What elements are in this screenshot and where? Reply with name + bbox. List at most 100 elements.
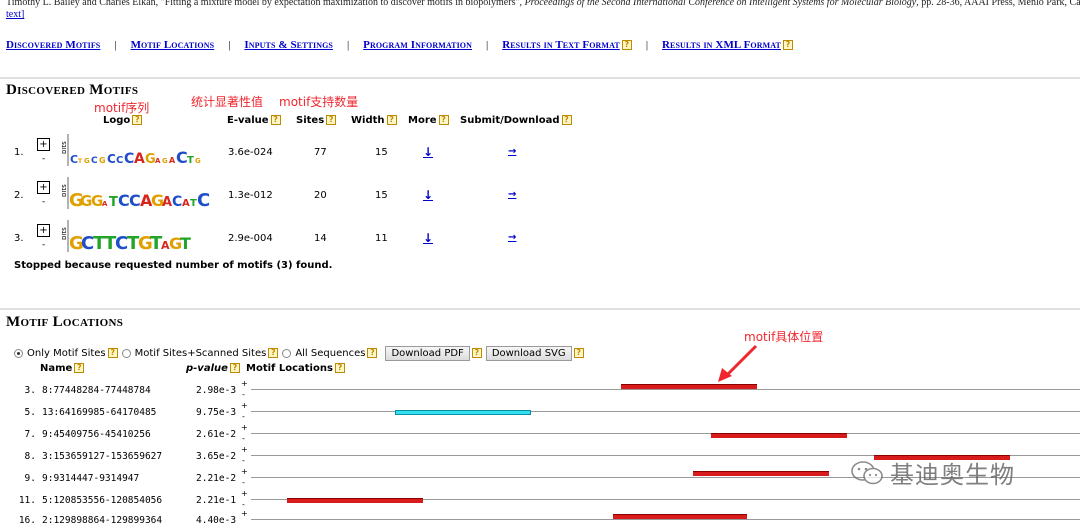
collapse-button[interactable]: - — [42, 197, 45, 207]
nav-separator: | — [114, 39, 117, 51]
sequence-name: 5:120853556-120854056 — [42, 495, 163, 506]
motif-evalue: 1.3e-012 — [228, 190, 273, 201]
annotation-logo: motif序列 — [94, 101, 150, 115]
table-row: 11. 5:120853556-120854056 2.21e-1 + - — [0, 489, 1080, 513]
section-nav: Discovered Motifs | Motif Locations | In… — [6, 38, 793, 52]
header-pvalue: p-value? — [186, 363, 240, 374]
svg-text:C: C — [118, 191, 130, 210]
help-icon[interactable]: ? — [621, 40, 632, 50]
sequence-name: 9:9314447-9314947 — [42, 473, 140, 484]
help-icon[interactable]: ? — [561, 115, 572, 125]
submit-download-link[interactable]: → — [508, 146, 516, 157]
svg-text:C: C — [172, 194, 182, 210]
help-icon[interactable]: ? — [573, 348, 584, 358]
motif-number: 1. — [14, 147, 24, 158]
location-controls: Only Motif Sites? Motif Sites+Scanned Si… — [14, 345, 584, 361]
help-icon[interactable]: ? — [270, 115, 281, 125]
motif-evalue: 2.9e-004 — [228, 233, 273, 244]
svg-text:A: A — [162, 195, 172, 210]
table-row: 16. 2:129898864-129899364 4.40e-3 + — [0, 509, 1080, 523]
sequence-line — [251, 519, 1080, 520]
nav-discovered-motifs[interactable]: Discovered Motifs — [6, 39, 100, 51]
expand-button[interactable]: + — [37, 181, 50, 194]
help-icon[interactable]: ? — [386, 115, 397, 125]
strand-minus: - — [242, 456, 245, 465]
svg-text:T: T — [109, 195, 118, 210]
collapse-button[interactable]: - — [42, 240, 45, 250]
strand-minus: - — [242, 500, 245, 509]
motif-site[interactable] — [395, 410, 531, 415]
motif-locations-title: Motif Locations — [6, 314, 124, 330]
header-logo: Logo? — [103, 115, 143, 126]
nav-results-text[interactable]: Results in Text Format — [502, 39, 620, 51]
watermark-text: 基迪奥生物 — [890, 461, 1015, 489]
help-icon[interactable]: ? — [326, 115, 337, 125]
sequence-pvalue: 2.61e-2 — [196, 429, 237, 440]
help-icon[interactable]: ? — [132, 115, 143, 125]
sequence-name: 3:153659127-153659627 — [42, 451, 163, 462]
help-icon[interactable]: ? — [107, 348, 118, 358]
sequence-pvalue: 4.40e-3 — [196, 515, 237, 523]
header-motif-locations: Motif Locations? — [246, 363, 345, 374]
more-link[interactable]: ↓ — [423, 231, 433, 245]
svg-text:bits: bits — [62, 184, 68, 197]
table-row: 3. 8:77448284-77448784 2.98e-3 + - — [0, 379, 1080, 403]
expand-button[interactable]: + — [37, 224, 50, 237]
help-icon[interactable]: ? — [229, 363, 240, 373]
help-icon[interactable]: ? — [438, 115, 449, 125]
strand-plus: + — [241, 379, 248, 388]
svg-text:C: C — [91, 156, 98, 166]
help-icon[interactable]: ? — [471, 348, 482, 358]
nav-separator: | — [485, 39, 489, 51]
nav-inputs-settings[interactable]: Inputs & Settings — [244, 39, 333, 51]
strand-plus: + — [241, 509, 248, 518]
svg-text:A: A — [155, 157, 161, 165]
nav-program-information[interactable]: Program Information — [363, 39, 472, 51]
submit-download-link[interactable]: → — [508, 232, 516, 243]
collapse-button[interactable]: - — [42, 154, 45, 164]
help-icon[interactable]: ? — [783, 40, 793, 50]
radio-icon[interactable] — [14, 348, 23, 358]
sequence-name: 8:77448284-77448784 — [42, 385, 151, 396]
header-more: More? — [408, 115, 449, 126]
header-evalue: E-value? — [227, 115, 281, 126]
radio-icon[interactable] — [282, 348, 292, 358]
nav-results-xml[interactable]: Results in XML Format — [662, 39, 781, 51]
motif-site[interactable] — [621, 384, 757, 389]
svg-text:A: A — [134, 151, 145, 167]
annotation-evalue: 统计显著性值 — [191, 95, 264, 109]
strand-plus: + — [241, 489, 248, 498]
svg-text:T: T — [190, 198, 197, 209]
help-icon[interactable]: ? — [334, 363, 345, 373]
option-only-motif-sites[interactable]: Only Motif Sites? — [14, 348, 118, 359]
svg-text:bits: bits — [62, 227, 68, 240]
sequence-logo: bits G C T T C T G T A G T — [62, 220, 191, 254]
motif-site[interactable] — [693, 471, 829, 476]
nav-motif-locations[interactable]: Motif Locations — [131, 39, 215, 51]
motif-row: 2. + - bits G G G A T C C A G A C A T C … — [0, 177, 600, 219]
svg-text:C: C — [197, 190, 210, 211]
motif-site[interactable] — [613, 514, 747, 519]
more-link[interactable]: ↓ — [423, 188, 433, 202]
motif-site[interactable] — [287, 498, 423, 503]
help-icon[interactable]: ? — [74, 363, 85, 373]
help-icon[interactable]: ? — [367, 348, 378, 358]
radio-icon[interactable] — [121, 348, 131, 358]
download-pdf-button[interactable]: Download PDF — [385, 345, 470, 361]
option-all-sequences[interactable]: All Sequences? — [282, 348, 378, 359]
motif-row: 1. + - bits C T G C G C C C A G A G A C … — [0, 134, 600, 176]
motif-site[interactable] — [711, 433, 847, 438]
citation-journal: Proceedings of the Second International … — [524, 0, 917, 8]
download-svg-button[interactable]: Download SVG — [485, 345, 572, 361]
help-icon[interactable]: ? — [268, 348, 279, 358]
option-motif-scanned-sites[interactable]: Motif Sites+Scanned Sites? — [121, 348, 279, 359]
motif-sites: 14 — [314, 233, 327, 244]
citation-text-link[interactable]: text] — [6, 9, 24, 20]
sequence-name: 2:129898864-129899364 — [42, 515, 163, 523]
submit-download-link[interactable]: → — [508, 189, 516, 200]
strand-minus: - — [242, 412, 245, 421]
sequence-line — [251, 389, 1080, 390]
more-link[interactable]: ↓ — [423, 145, 433, 159]
expand-button[interactable]: + — [37, 138, 50, 151]
section-divider — [0, 77, 1080, 79]
